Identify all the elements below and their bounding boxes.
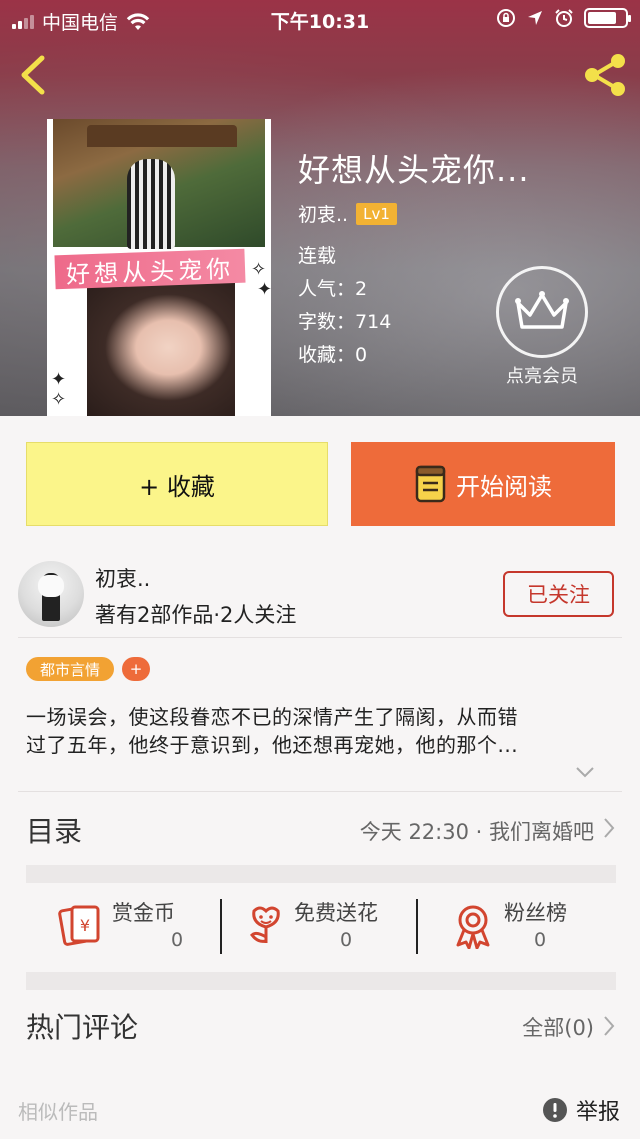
- share-icon: [585, 54, 625, 96]
- star-icon: ✧: [251, 259, 267, 280]
- stats-row: ¥ 赏金币 0 免费送花 0 粉丝榜 0: [26, 895, 616, 959]
- stat-separator: [220, 899, 222, 954]
- synopsis-line: 一场误会，使这段眷恋不已的深情产生了隔阂，从而错: [26, 705, 518, 729]
- cover-figure: [127, 159, 175, 249]
- all-comments-link[interactable]: 全部(0): [522, 1012, 594, 1042]
- battery-icon: [584, 8, 631, 28]
- back-button[interactable]: [14, 52, 54, 98]
- hot-comments-row[interactable]: 热门评论 全部(0): [26, 1006, 616, 1046]
- free-flower-button[interactable]: 免费送花 0: [246, 895, 426, 959]
- toc-row[interactable]: 目录 今天 22:30 · 我们离婚吧: [26, 808, 616, 848]
- synopsis-line: 过了五年，他终于意识到，他还想再宠她，他的那个...: [26, 733, 519, 757]
- latest-chapter: 今天 22:30 · 我们离婚吧: [359, 820, 594, 844]
- alarm-icon: [555, 9, 573, 27]
- book-author-line: 初衷.. Lv1: [298, 200, 397, 227]
- book-cover[interactable]: 好想从头宠你 ✦ ✧ ✧ ✦: [47, 119, 271, 416]
- crown-icon: [515, 291, 569, 329]
- chevron-down-icon[interactable]: [574, 765, 596, 779]
- flower-icon: [250, 906, 280, 943]
- reward-coins-button[interactable]: ¥ 赏金币 0: [56, 895, 236, 959]
- star-icon: ✦: [257, 279, 271, 300]
- chevron-right-icon: [604, 1016, 615, 1036]
- book-icon: [415, 465, 446, 503]
- book-popularity: 人气：2: [298, 278, 368, 300]
- rotation-lock-icon: [497, 9, 515, 27]
- red-envelope-icon: ¥: [58, 905, 100, 946]
- report-button[interactable]: 举报: [542, 1094, 620, 1126]
- section-divider: [26, 865, 616, 883]
- report-label: 举报: [575, 1100, 620, 1125]
- svg-text:¥: ¥: [80, 916, 90, 935]
- warning-icon: [542, 1098, 567, 1122]
- stat-name: 免费送花: [294, 901, 378, 925]
- cover-photo-bottom: [87, 279, 235, 416]
- author-name[interactable]: 初衷..: [95, 563, 150, 593]
- status-bar: 中国电信 下午10:31: [0, 0, 640, 38]
- genre-tag[interactable]: 都市言情: [26, 657, 114, 681]
- book-favorites: 收藏：0: [298, 344, 368, 366]
- chevron-left-icon: [21, 55, 45, 95]
- collect-button[interactable]: + 收藏: [26, 442, 328, 526]
- add-tag-button[interactable]: +: [122, 657, 150, 681]
- book-meta: 连载 人气：2 字数：714 收藏：0: [298, 240, 391, 372]
- stat-separator: [416, 899, 418, 954]
- star-icon: ✧: [51, 389, 67, 410]
- divider: [18, 637, 622, 638]
- stat-value: 0: [534, 929, 547, 951]
- start-reading-button[interactable]: 开始阅读: [351, 442, 615, 526]
- author-avatar[interactable]: [18, 561, 84, 627]
- level-badge: Lv1: [356, 202, 397, 225]
- book-title: 好想从头宠你...: [298, 151, 530, 189]
- star-icon: ✦: [51, 369, 67, 390]
- similar-works-label[interactable]: 相似作品: [18, 1096, 98, 1125]
- stat-value: 0: [340, 929, 353, 951]
- collect-label: + 收藏: [139, 472, 215, 501]
- book-author[interactable]: 初衷..: [298, 200, 348, 227]
- medal-icon: [456, 905, 490, 949]
- stat-value: 0: [171, 929, 184, 951]
- vip-button[interactable]: 点亮会员: [494, 266, 590, 396]
- follow-button[interactable]: 已关注: [503, 571, 614, 617]
- toc-title: 目录: [26, 815, 83, 848]
- stat-name: 粉丝榜: [504, 901, 567, 925]
- book-word-count: 字数：714: [298, 311, 392, 333]
- start-reading-label: 开始阅读: [456, 472, 552, 501]
- synopsis[interactable]: 一场误会，使这段眷恋不已的深情产生了隔阂，从而错 过了五年，他终于意识到，他还想…: [26, 703, 616, 759]
- hot-comments-title: 热门评论: [26, 1011, 139, 1044]
- vip-label: 点亮会员: [506, 366, 578, 387]
- location-icon: [528, 11, 542, 25]
- share-button[interactable]: [580, 50, 630, 100]
- chevron-right-icon: [604, 818, 615, 838]
- section-divider: [26, 972, 616, 990]
- divider: [18, 791, 622, 792]
- author-stats: 著有2部作品·2人关注: [95, 603, 297, 627]
- stat-name: 赏金币: [112, 901, 175, 925]
- book-status: 连载: [298, 245, 337, 267]
- cover-pavilion: [87, 125, 237, 147]
- cover-title-banner: 好想从头宠你: [54, 248, 246, 290]
- fan-ranking-button[interactable]: 粉丝榜 0: [452, 895, 616, 959]
